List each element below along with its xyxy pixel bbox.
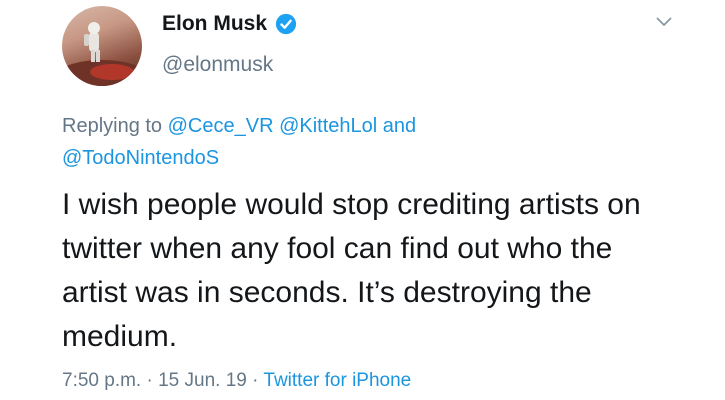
tweet-text: I wish people would stop crediting artis…: [62, 188, 641, 353]
reply-joiner: and: [382, 115, 417, 137]
mention-link[interactable]: @TodoNintendoS: [62, 147, 219, 169]
tweet: Elon Musk @elonmusk Replying to @Cece_VR…: [0, 0, 725, 400]
reply-context: Replying to @Cece_VR @KittehLol and @Tod…: [62, 110, 582, 174]
verified-badge-icon: [275, 13, 297, 35]
tweet-date[interactable]: 15 Jun. 19: [158, 370, 247, 391]
reply-prefix: Replying to: [62, 115, 163, 137]
author-name-row[interactable]: Elon Musk: [162, 12, 297, 36]
tweet-source-link[interactable]: Twitter for iPhone: [263, 370, 411, 391]
tweet-time[interactable]: 7:50 p.m.: [62, 370, 141, 391]
meta-separator: ·: [146, 370, 153, 391]
meta-separator: ·: [252, 370, 259, 391]
tweet-meta: 7:50 p.m. · 15 Jun. 19 · Twitter for iPh…: [62, 370, 411, 392]
avatar[interactable]: [62, 6, 142, 86]
avatar-image: [62, 22, 142, 86]
chevron-down-icon[interactable]: [656, 17, 672, 27]
mention-link[interactable]: @KittehLol: [279, 115, 377, 137]
mention-link[interactable]: @Cece_VR: [168, 115, 274, 137]
handle[interactable]: @elonmusk: [162, 53, 273, 77]
display-name[interactable]: Elon Musk: [162, 12, 267, 36]
